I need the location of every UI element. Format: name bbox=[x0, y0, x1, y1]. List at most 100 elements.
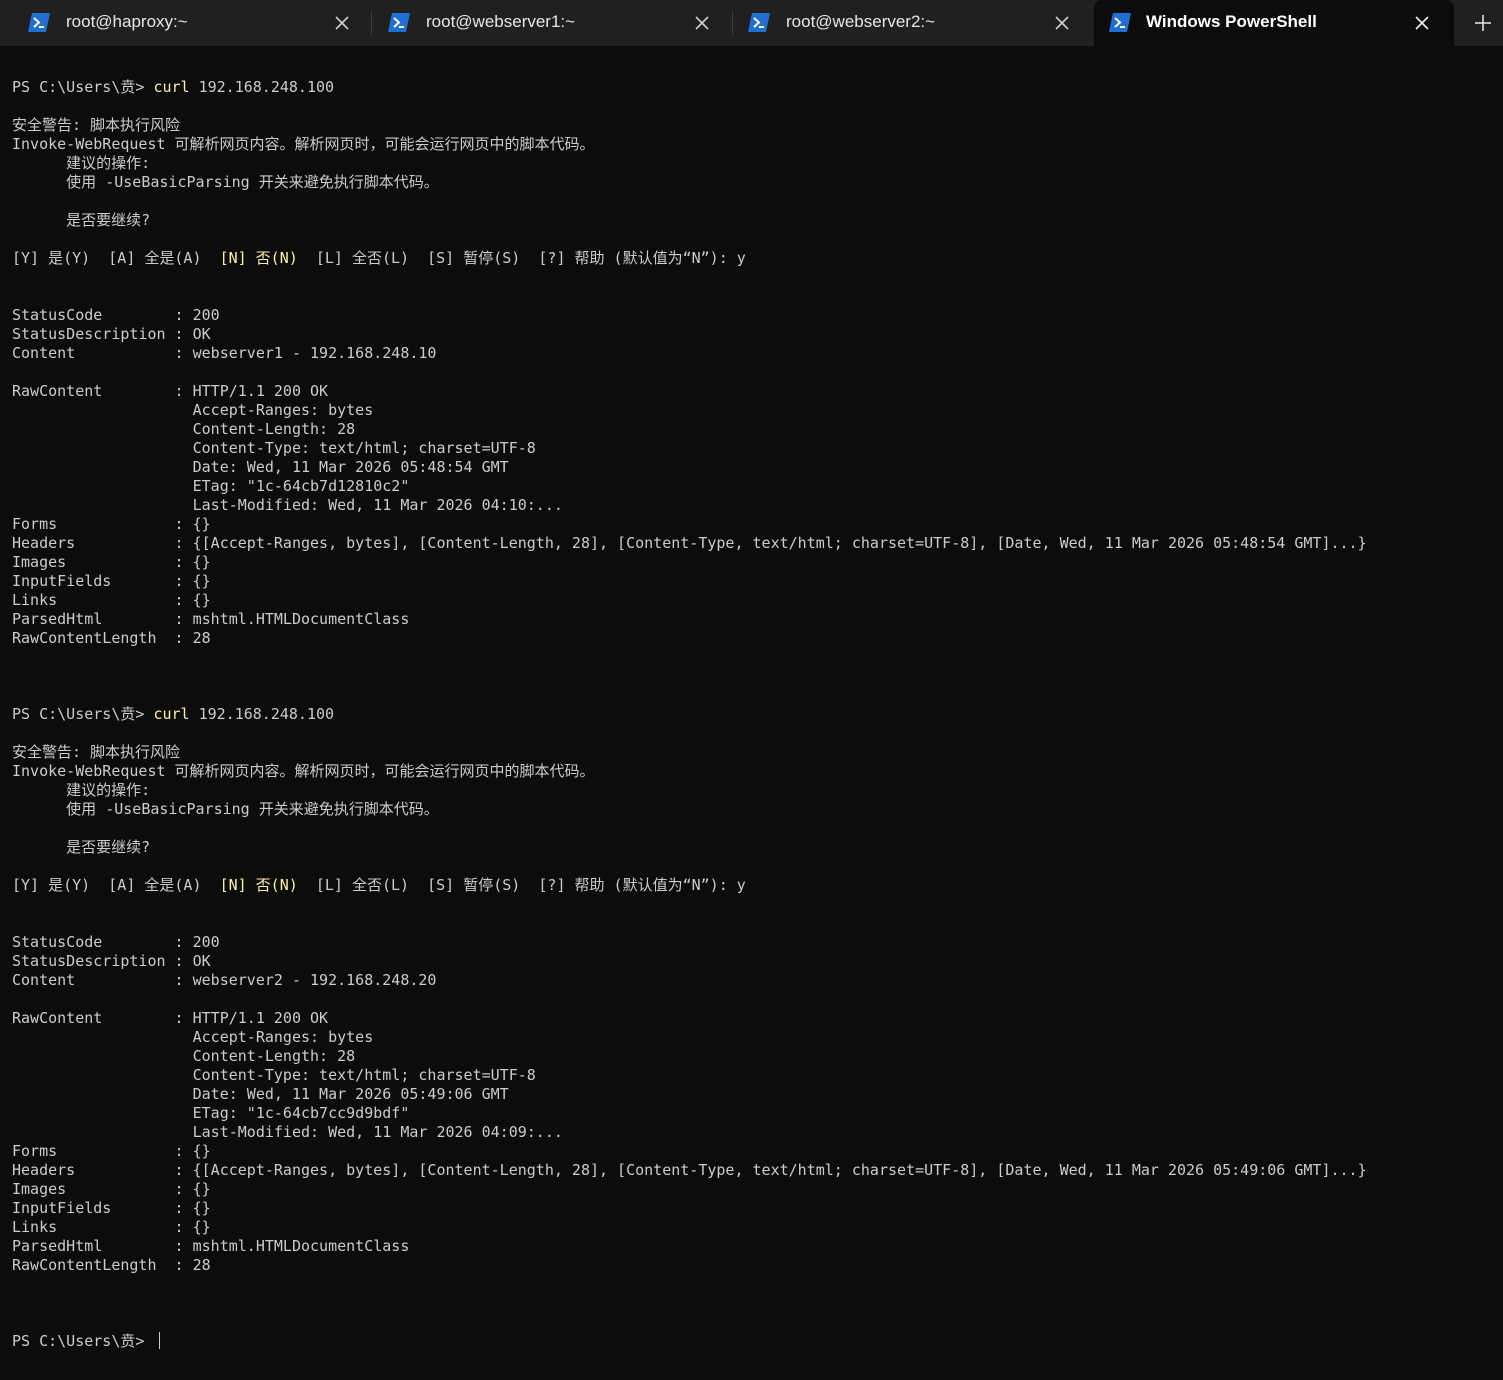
output-text: Date: Wed, 11 Mar 2026 05:49:06 GMT bbox=[12, 1085, 509, 1103]
output-text: 安全警告: 脚本执行风险 bbox=[12, 116, 181, 134]
output-text: RawContent : HTTP/1.1 200 OK bbox=[12, 382, 329, 400]
terminal-line: Content : webserver1 - 192.168.248.10 bbox=[12, 344, 1497, 363]
terminal-line: Content-Length: 28 bbox=[12, 1047, 1497, 1066]
output-text: 使用 -UseBasicParsing 开关来避免执行脚本代码。 bbox=[12, 173, 439, 191]
powershell-icon bbox=[388, 13, 410, 32]
output-text: Date: Wed, 11 Mar 2026 05:48:54 GMT bbox=[12, 458, 509, 476]
terminal-line: Headers : {[Accept-Ranges, bytes], [Cont… bbox=[12, 534, 1497, 553]
output-text: Forms : {} bbox=[12, 515, 211, 533]
powershell-icon bbox=[28, 13, 50, 32]
output-text: Accept-Ranges: bytes bbox=[12, 1028, 374, 1046]
output-text: Invoke-WebRequest 可解析网页内容。解析网页时，可能会运行网页中… bbox=[12, 135, 595, 153]
terminal-line: ETag: "1c-64cb7cc9d9bdf" bbox=[12, 1104, 1497, 1123]
terminal-line: Links : {} bbox=[12, 591, 1497, 610]
terminal-line: Headers : {[Accept-Ranges, bytes], [Cont… bbox=[12, 1161, 1497, 1180]
terminal-line: RawContentLength : 28 bbox=[12, 629, 1497, 648]
output-text: 192.168.248.100 bbox=[189, 705, 335, 723]
terminal-line: RawContent : HTTP/1.1 200 OK bbox=[12, 1009, 1497, 1028]
terminal-line: 使用 -UseBasicParsing 开关来避免执行脚本代码。 bbox=[12, 800, 1497, 819]
output-text: 安全警告: 脚本执行风险 bbox=[12, 743, 181, 761]
output-text: Last-Modified: Wed, 11 Mar 2026 04:09:..… bbox=[12, 1123, 563, 1141]
terminal-line: RawContentLength : 28 bbox=[12, 1256, 1497, 1275]
tab-title: root@webserver1:~ bbox=[426, 12, 576, 31]
output-text: ParsedHtml : mshtml.HTMLDocumentClass bbox=[12, 1237, 410, 1255]
output-text: ETag: "1c-64cb7cc9d9bdf" bbox=[12, 1104, 410, 1122]
output-text: Images : {} bbox=[12, 1180, 211, 1198]
terminal-line: Forms : {} bbox=[12, 515, 1497, 534]
terminal-line: Date: Wed, 11 Mar 2026 05:49:06 GMT bbox=[12, 1085, 1497, 1104]
terminal-window: root@haproxy:~ root@webserver1:~ root@we… bbox=[0, 0, 1503, 1380]
close-icon[interactable] bbox=[1413, 14, 1431, 32]
terminal-line: InputFields : {} bbox=[12, 1199, 1497, 1218]
output-text: Headers : {[Accept-Ranges, bytes], [Cont… bbox=[12, 534, 1367, 552]
output-text: 192.168.248.100 bbox=[189, 78, 335, 96]
terminal-line: Links : {} bbox=[12, 1218, 1497, 1237]
terminal-line: RawContent : HTTP/1.1 200 OK bbox=[12, 382, 1497, 401]
tab-bar: root@haproxy:~ root@webserver1:~ root@we… bbox=[0, 0, 1503, 46]
tab-title: root@haproxy:~ bbox=[66, 12, 188, 31]
terminal-line: Images : {} bbox=[12, 553, 1497, 572]
output-text: [L] 全否(L) [S] 暂停(S) [?] 帮助 (默认值为“N”): y bbox=[297, 249, 746, 267]
output-text: ParsedHtml : mshtml.HTMLDocumentClass bbox=[12, 610, 410, 628]
output-text: [L] 全否(L) [S] 暂停(S) [?] 帮助 (默认值为“N”): y bbox=[297, 876, 746, 894]
close-icon[interactable] bbox=[1053, 14, 1071, 32]
terminal-line: ParsedHtml : mshtml.HTMLDocumentClass bbox=[12, 1237, 1497, 1256]
output-text: Accept-Ranges: bytes bbox=[12, 401, 374, 419]
output-text: PS C:\Users\贲> bbox=[12, 1332, 154, 1350]
terminal-line: ETag: "1c-64cb7d12810c2" bbox=[12, 477, 1497, 496]
tab-windows-powershell[interactable]: Windows PowerShell bbox=[1094, 0, 1454, 46]
default-choice-text: [N] 否(N) bbox=[219, 876, 298, 894]
tab-title: Windows PowerShell bbox=[1146, 12, 1317, 31]
output-text: 建议的操作: bbox=[12, 781, 151, 799]
terminal-line: Last-Modified: Wed, 11 Mar 2026 04:10:..… bbox=[12, 496, 1497, 515]
output-text: StatusCode : 200 bbox=[12, 933, 220, 951]
terminal-line: StatusDescription : OK bbox=[12, 325, 1497, 344]
terminal-line: PS C:\Users\贲> bbox=[12, 1332, 1497, 1351]
output-text: Last-Modified: Wed, 11 Mar 2026 04:10:..… bbox=[12, 496, 563, 514]
terminal-line: Invoke-WebRequest 可解析网页内容。解析网页时，可能会运行网页中… bbox=[12, 135, 1497, 154]
tab-haproxy[interactable]: root@haproxy:~ bbox=[0, 0, 370, 46]
terminal-line: 安全警告: 脚本执行风险 bbox=[12, 116, 1497, 135]
output-text: Headers : {[Accept-Ranges, bytes], [Cont… bbox=[12, 1161, 1367, 1179]
terminal-line: 安全警告: 脚本执行风险 bbox=[12, 743, 1497, 762]
terminal-line: 建议的操作: bbox=[12, 154, 1497, 173]
terminal-line: Content-Length: 28 bbox=[12, 420, 1497, 439]
close-icon[interactable] bbox=[693, 14, 711, 32]
terminal-line: Invoke-WebRequest 可解析网页内容。解析网页时，可能会运行网页中… bbox=[12, 762, 1497, 781]
terminal-line: Accept-Ranges: bytes bbox=[12, 1028, 1497, 1047]
output-text: RawContent : HTTP/1.1 200 OK bbox=[12, 1009, 329, 1027]
tab-webserver2[interactable]: root@webserver2:~ bbox=[720, 0, 1092, 46]
terminal-line: Content-Type: text/html; charset=UTF-8 bbox=[12, 1066, 1497, 1085]
plus-icon[interactable] bbox=[1468, 8, 1498, 38]
tab-webserver1[interactable]: root@webserver1:~ bbox=[360, 0, 730, 46]
command-text: curl bbox=[153, 78, 190, 96]
output-text: Content : webserver2 - 192.168.248.20 bbox=[12, 971, 437, 989]
terminal-line: Forms : {} bbox=[12, 1142, 1497, 1161]
terminal-line: [Y] 是(Y) [A] 全是(A) [N] 否(N) [L] 全否(L) [S… bbox=[12, 249, 1497, 268]
output-text: Content : webserver1 - 192.168.248.10 bbox=[12, 344, 437, 362]
output-text: ETag: "1c-64cb7d12810c2" bbox=[12, 477, 410, 495]
terminal-line: Content : webserver2 - 192.168.248.20 bbox=[12, 971, 1497, 990]
terminal-line: Last-Modified: Wed, 11 Mar 2026 04:09:..… bbox=[12, 1123, 1497, 1142]
default-choice-text: [N] 否(N) bbox=[219, 249, 298, 267]
output-text: StatusCode : 200 bbox=[12, 306, 220, 324]
output-text: InputFields : {} bbox=[12, 572, 211, 590]
output-text: Content-Length: 28 bbox=[12, 1047, 356, 1065]
output-text: 使用 -UseBasicParsing 开关来避免执行脚本代码。 bbox=[12, 800, 439, 818]
close-icon[interactable] bbox=[333, 14, 351, 32]
terminal-output[interactable]: PS C:\Users\贲> curl 192.168.248.100 安全警告:… bbox=[12, 78, 1497, 1373]
output-text: RawContentLength : 28 bbox=[12, 1256, 211, 1274]
output-text: RawContentLength : 28 bbox=[12, 629, 211, 647]
terminal-line: [Y] 是(Y) [A] 全是(A) [N] 否(N) [L] 全否(L) [S… bbox=[12, 876, 1497, 895]
output-text: [Y] 是(Y) [A] 全是(A) bbox=[12, 876, 220, 894]
